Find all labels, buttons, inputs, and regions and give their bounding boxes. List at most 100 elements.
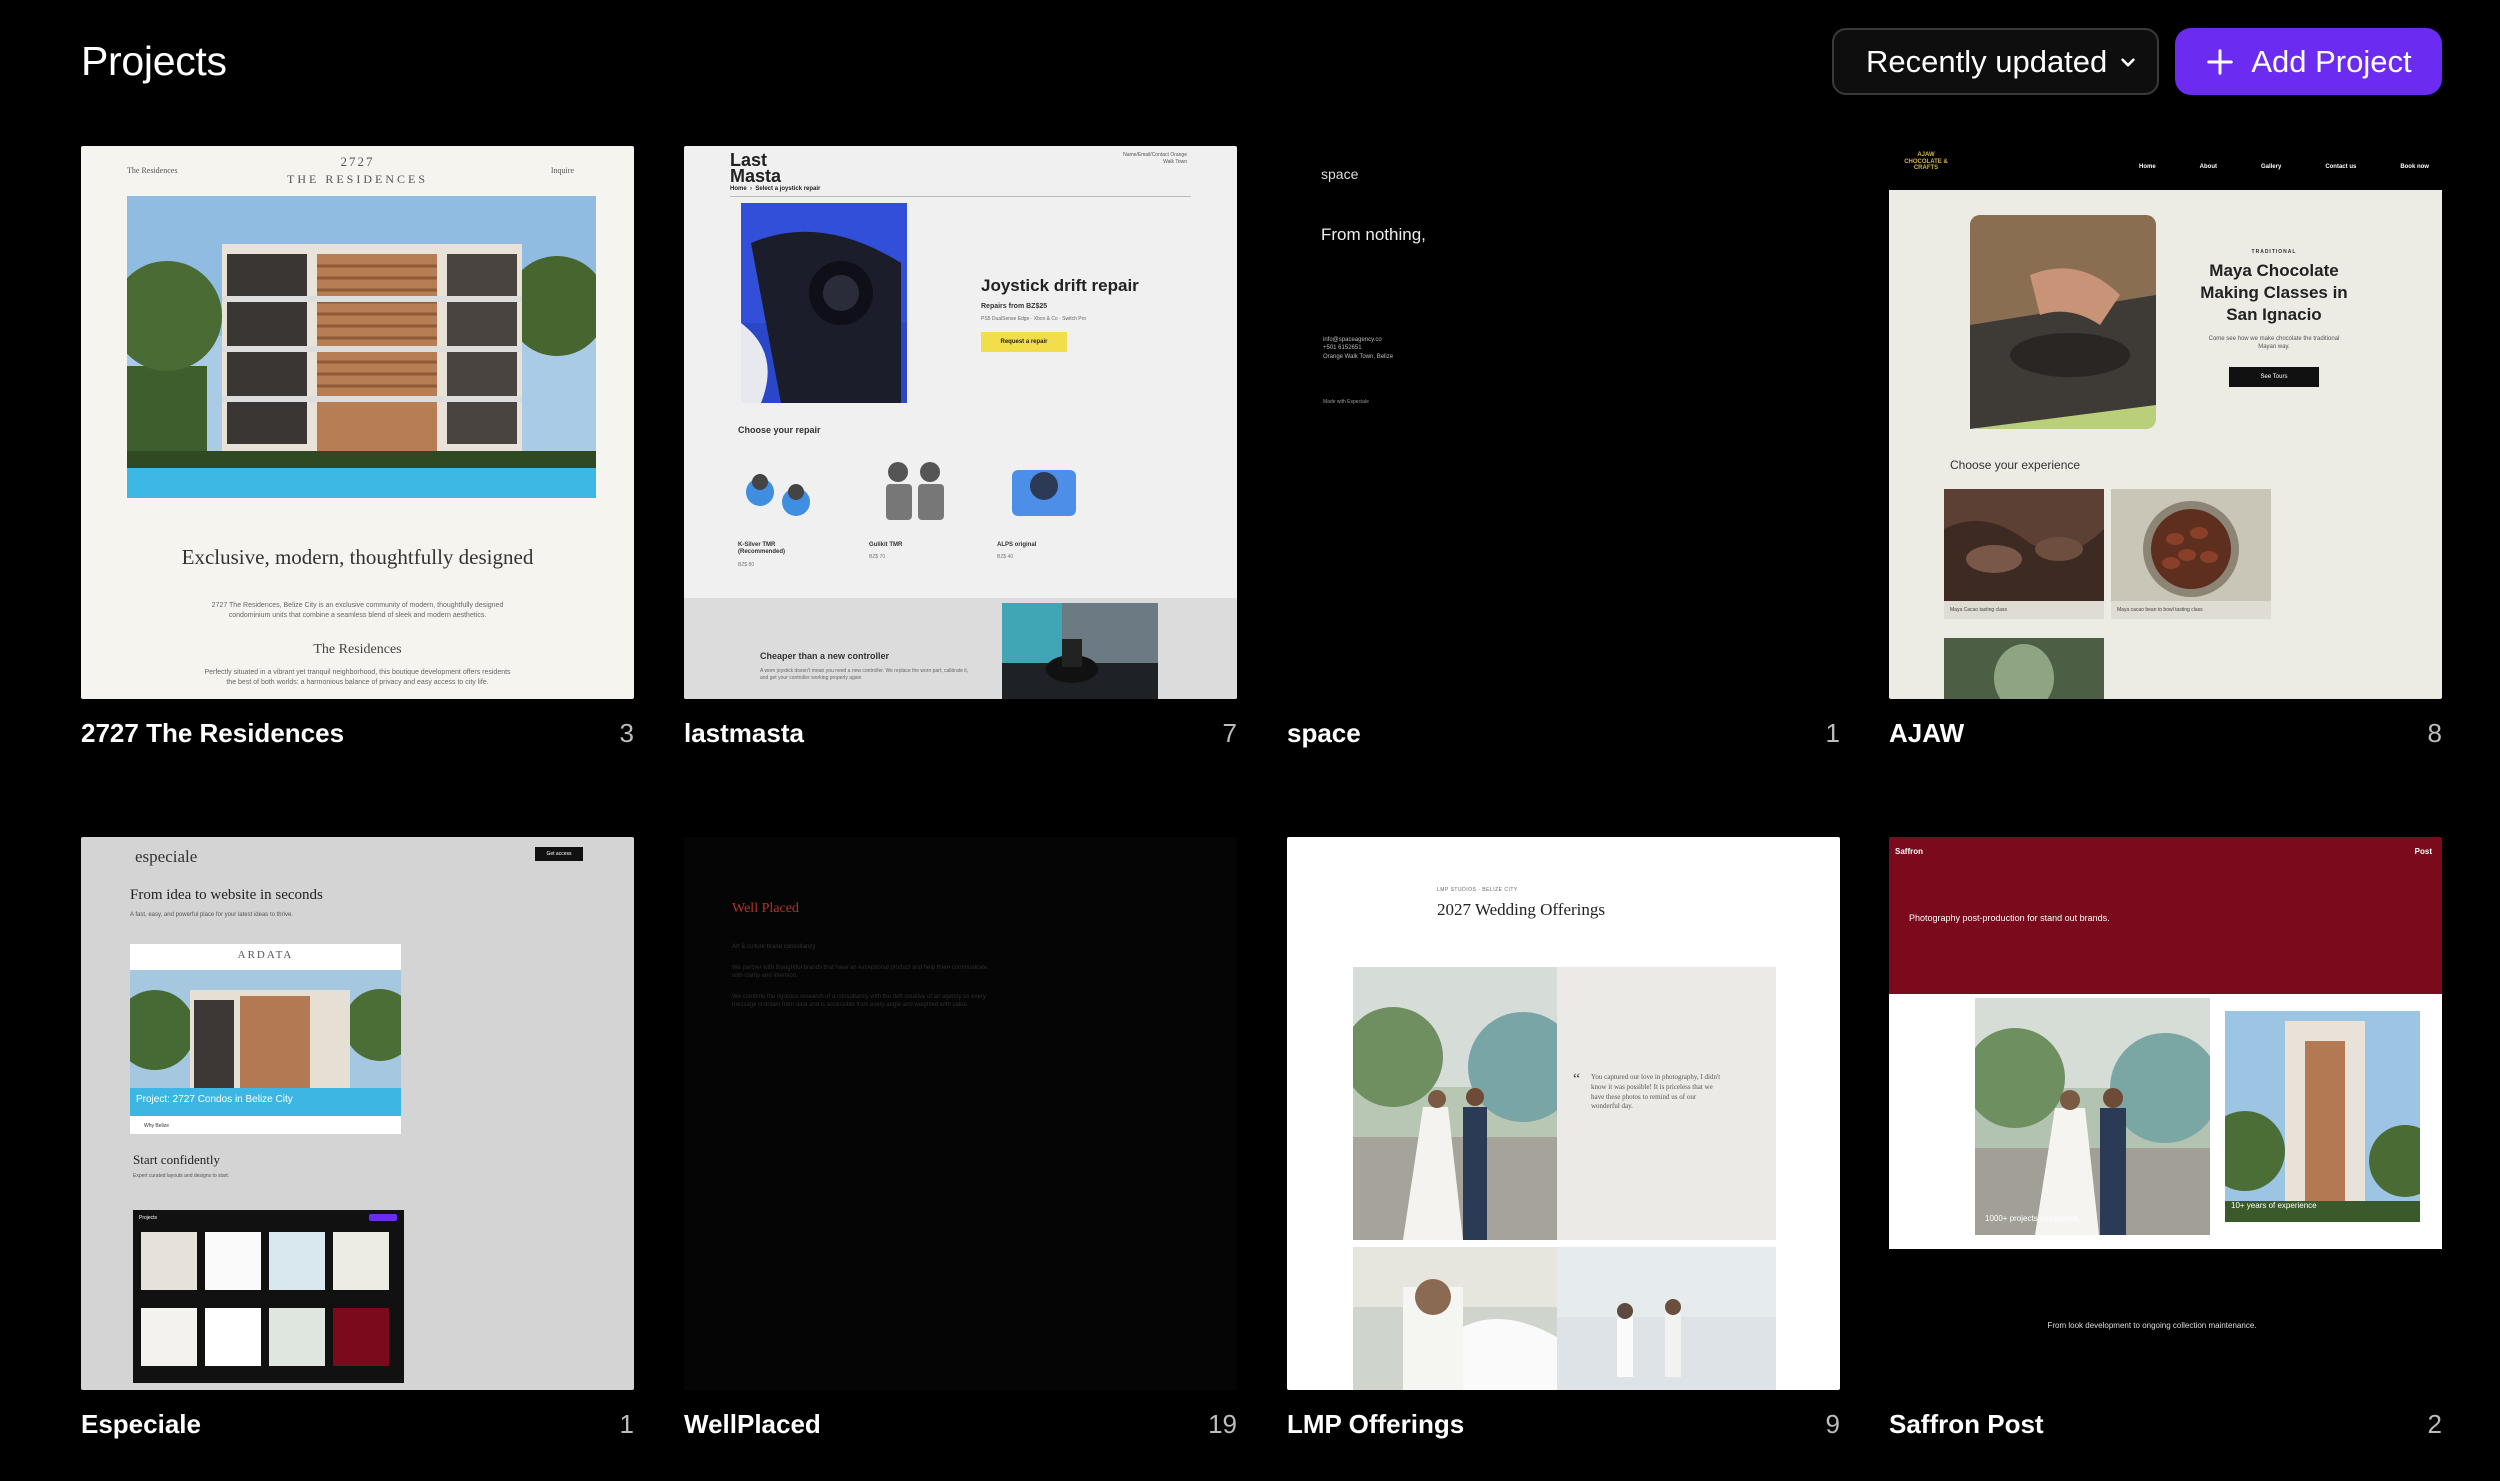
project-name[interactable]: LMP Offerings	[1287, 1409, 1464, 1440]
thumb-cta-button: See Tours	[2229, 367, 2319, 387]
thumb-tagline: Photography post-production for stand ou…	[1909, 913, 2110, 923]
thumb-line2: We partner with thoughtful brands that h…	[732, 965, 988, 980]
joystick-blue-icon	[746, 474, 810, 516]
sort-select-value: Recently updated	[1866, 43, 2108, 79]
joystick-alps-icon	[1012, 470, 1076, 516]
thumb-logo: Saffron	[1895, 847, 1923, 856]
thumb-mini-dashboard: Projects	[133, 1210, 404, 1383]
project-name[interactable]: Saffron Post	[1889, 1409, 2044, 1440]
project-thumbnail[interactable]: space From nothing, info@spaceagency.co …	[1287, 146, 1840, 699]
add-project-button[interactable]: Add Project	[2175, 28, 2442, 95]
thumb-contact: Name/Email/Contact Orange Walk Town	[1123, 152, 1187, 165]
thumb-experience-label: Maya cacao bean to bowl tasting class	[2111, 601, 2271, 619]
project-thumbnail[interactable]: LMP STUDIOS · BELIZE CITY 2027 Wedding O…	[1287, 837, 1840, 1390]
controller-closeup-photo	[1002, 603, 1158, 699]
project-page-count: 2	[2427, 1409, 2442, 1439]
thumb-body: 2727 The Residences, Belize City is an e…	[211, 602, 504, 619]
thumb-sub: PS5 DualSense Edge · Xbox & Co · Switch …	[981, 316, 1087, 322]
thumb-made-with: Made with Especiale	[1323, 399, 1369, 405]
thumb-option-name: ALPS original	[997, 542, 1037, 548]
project-thumbnail[interactable]: Last Masta Name/Email/Contact Orange Wal…	[684, 146, 1237, 699]
thumb-tagline: From nothing,	[1321, 225, 1426, 244]
thumb-logo-bottom: RESIDENCES	[325, 172, 428, 186]
thumb-footer: From look development to ongoing collect…	[2047, 1321, 2257, 1330]
thumb-logo: Last Masta	[730, 150, 782, 187]
page-title: Projects	[81, 38, 227, 84]
thumb-stat2: 10+ years of experience	[2231, 1201, 2317, 1210]
project-thumbnail[interactable]: AJAW CHOCOLATE & CRAFTS Home About Galle…	[1889, 146, 2442, 699]
project-thumbnail[interactable]: The Residences 2727 THE RESIDENCES Inqui…	[81, 146, 634, 699]
groom-bride-photo	[1353, 1247, 1557, 1390]
thumb-heading: Maya Chocolate Making Classes in San Ign…	[2200, 261, 2348, 325]
thumb-phone: +501 6152651	[1323, 345, 1362, 352]
thumb-stat1: 1000+ projects completed	[1985, 1214, 2077, 1223]
cacao-beans-photo	[2111, 489, 2271, 601]
project-name[interactable]: WellPlaced	[684, 1409, 821, 1440]
project-page-count: 7	[1222, 718, 1237, 748]
thumb-headline: Exclusive, modern, thoughtfully designed	[181, 545, 534, 569]
thumb-start-sub: Expert curated layouts and designs to st…	[133, 1173, 230, 1179]
thumb-body: Come see how we make chocolate the tradi…	[2208, 336, 2340, 350]
thumb-choose-label: Choose your repair	[738, 425, 821, 435]
thumb-subhead: The Residences	[313, 642, 402, 657]
project-page-count: 1	[619, 1409, 634, 1439]
cacao-tasting-photo	[1944, 489, 2104, 601]
page-header: Projects Recently updated Add Project	[81, 28, 2442, 98]
project-thumbnail[interactable]: Well Placed Art & culture brand consulta…	[684, 837, 1237, 1390]
project-name[interactable]: Especiale	[81, 1409, 201, 1440]
thumb-nav-right: Inquire	[550, 166, 574, 175]
thumb-nav: Post	[2414, 847, 2432, 856]
thumb-kicker: LMP STUDIOS · BELIZE CITY	[1437, 887, 1518, 893]
thumb-line1: Art & culture brand consultancy	[732, 944, 816, 950]
thumb-logo: Well Placed	[732, 901, 799, 916]
thumb-logo: AJAW CHOCOLATE & CRAFTS	[1904, 152, 1948, 172]
thumb-preview-caption: Project: 2727 Condos in Belize City	[136, 1094, 293, 1105]
project-page-count: 19	[1208, 1409, 1237, 1439]
thumb-option-price: BZ$ 70	[869, 554, 886, 560]
building-tower-photo	[2225, 1011, 2420, 1222]
thumb-logo: especiale	[135, 847, 198, 866]
thumb-option-price: BZ$ 40	[997, 554, 1014, 560]
project-name[interactable]: space	[1287, 718, 1361, 749]
thumb-location: Orange Walk Town, Belize	[1323, 353, 1394, 360]
thumb-banner-body: A worn joystick doesn't mean you need a …	[760, 668, 969, 681]
add-project-label: Add Project	[2251, 43, 2412, 79]
thumb-banner-title: Cheaper than a new controller	[760, 651, 890, 661]
thumb-line3: We combine the rigorous research of a co…	[732, 994, 986, 1009]
thumb-sub: A fast, easy, and powerful place for you…	[130, 912, 293, 918]
thumb-experience-label: Maya Cacao tasting class	[1944, 601, 2104, 619]
thumb-price: Repairs from BZ$25	[981, 303, 1048, 310]
thumb-preview-logo: ARDATA	[237, 949, 294, 961]
building-photo	[127, 196, 596, 498]
project-name[interactable]: 2727 The Residences	[81, 718, 344, 749]
plus-icon	[2207, 48, 2234, 75]
thumb-nav-item: Book now	[2400, 164, 2429, 170]
thumb-option-name: K-Silver TMR (Recommended)	[738, 542, 786, 556]
thumb-option-name: Gulikit TMR	[869, 542, 903, 548]
wedding-couple-photo	[1353, 967, 1557, 1240]
chocolate-making-photo	[1970, 215, 2156, 429]
project-thumbnail[interactable]: Saffron Post Photography post-production…	[1889, 837, 2442, 1390]
project-page-count: 1	[1825, 718, 1840, 748]
thumb-choose-label: Choose your experience	[1950, 458, 2081, 472]
thumb-nav-item: About	[2199, 164, 2217, 170]
project-thumbnail[interactable]: especiale Get access From idea to websit…	[81, 837, 634, 1390]
thumb-option-price: BZ$ 80	[738, 562, 755, 568]
chevron-down-icon	[2121, 58, 2135, 67]
thumb-heading: 2027 Wedding Offerings	[1437, 900, 1605, 919]
thumb-mini-title: Projects	[139, 1215, 158, 1221]
project-page-count: 3	[619, 718, 634, 748]
cacao-pod-photo	[1944, 638, 2104, 699]
project-name[interactable]: lastmasta	[684, 718, 804, 749]
thumb-crumb-page: Select a joystick repair	[755, 186, 821, 192]
thumb-heading: Joystick drift repair	[981, 276, 1139, 295]
thumb-nav-item: Gallery	[2260, 164, 2282, 170]
thumb-kicker: TRADITIONAL	[2251, 249, 2297, 255]
project-name[interactable]: AJAW	[1889, 718, 1964, 749]
sort-select[interactable]: Recently updated	[1832, 28, 2159, 95]
thumb-preview: ARDATA Project: 2727 Condos in Belize Ci…	[130, 944, 401, 1134]
thumb-cta-button: Request a repair	[981, 332, 1067, 352]
thumb-heading: From idea to website in seconds	[130, 887, 323, 903]
thumb-logo: space	[1321, 166, 1359, 182]
thumb-crumb-home: Home	[730, 186, 747, 192]
